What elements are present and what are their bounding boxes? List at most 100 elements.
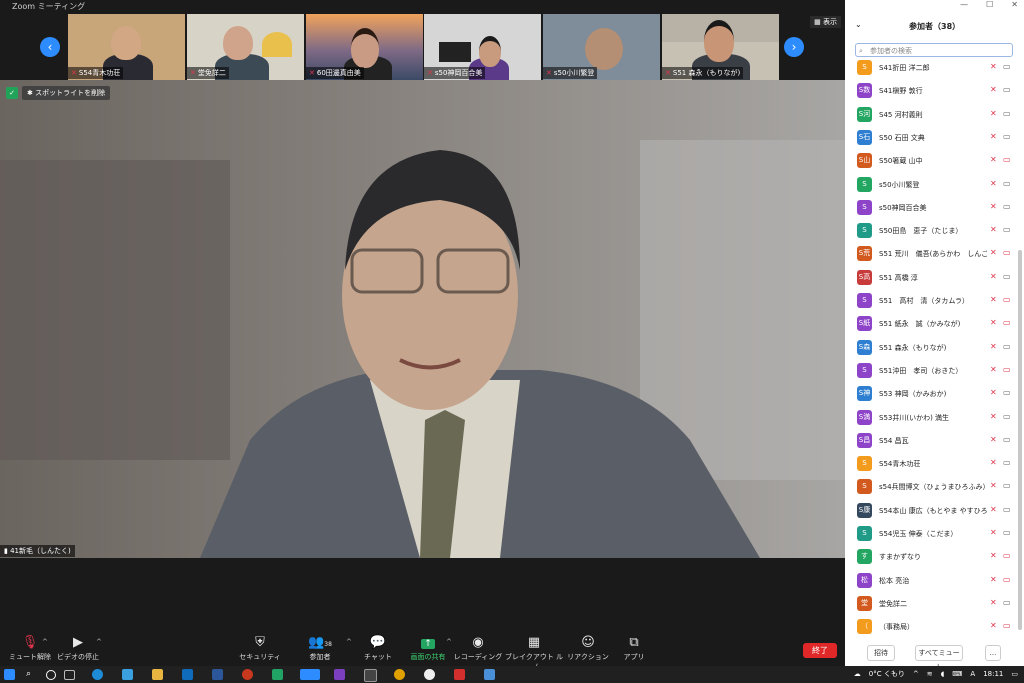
word-icon[interactable] [212,669,223,680]
participant-search-input[interactable]: ⌕ 参加者の検索 [855,43,1013,57]
video-off-icon[interactable]: ▭ [1003,248,1011,257]
video-off-icon[interactable]: ▭ [1003,551,1011,560]
folder-icon[interactable] [152,669,163,680]
ime-indicator[interactable]: A [970,666,975,683]
participant-row[interactable]: S数 S41槇野 敦行 ✕ ▭ [845,80,1024,103]
mic-muted-icon[interactable]: ✕ [990,505,997,514]
mic-muted-icon[interactable]: ✕ [990,528,997,537]
participant-row[interactable]: S昌 S54 昌瓦 ✕ ▭ [845,430,1024,453]
video-tile[interactable]: ✕ S51 森永（もりなが) [662,14,779,80]
participant-row[interactable]: Ss50小川繁登 ✕ ▭ [845,174,1024,197]
video-icon[interactable]: ▭ [1003,85,1011,94]
video-icon[interactable]: ▭ [1003,109,1011,118]
invite-button[interactable]: 招待 [867,645,895,661]
mic-muted-icon[interactable]: ✕ [990,481,997,490]
mic-muted-icon[interactable]: ✕ [990,225,997,234]
video-off-icon[interactable]: ▭ [1003,295,1011,304]
mic-muted-icon[interactable]: ✕ [990,248,997,257]
video-icon[interactable]: ▭ [1003,481,1011,490]
participant-row[interactable]: S河 S45 河村義則 ✕ ▭ [845,104,1024,127]
video-icon[interactable]: ▭ [1003,62,1011,71]
participant-row[interactable]: S満 S53井川(いかわ) 満生 ✕ ▭ [845,407,1024,430]
mic-muted-icon[interactable]: ✕ [990,551,997,560]
mic-muted-icon[interactable]: ✕ [990,621,997,630]
participant-row[interactable]: S S41折田 洋二郎 ✕ ▭ [845,57,1024,80]
video-icon[interactable]: ▭ [1003,202,1011,211]
participant-row[interactable]: S S51 高村 清（タカムラ） ✕ ▭ [845,290,1024,313]
chrome-icon[interactable] [424,669,435,680]
mic-muted-icon[interactable]: ✕ [990,132,997,141]
video-icon[interactable]: ▭ [1003,598,1011,607]
mic-muted-icon[interactable]: ✕ [990,575,997,584]
participant-row[interactable]: S紙 S51 紙永 誠（かみなが) ✕ ▭ [845,313,1024,336]
participant-row[interactable]: S S54青木功荘 ✕ ▭ [845,453,1024,476]
mic-muted-icon[interactable]: ✕ [990,295,997,304]
app-icon[interactable] [242,669,253,680]
mic-muted-icon[interactable]: ✕ [990,598,997,607]
participant-row[interactable]: S神 S53 神岡（かみおか) ✕ ▭ [845,383,1024,406]
view-button[interactable]: ▦ 表示 [810,16,841,28]
app-icon[interactable] [484,669,495,680]
clock[interactable]: 18:11 [983,666,1003,683]
participant-row[interactable]: S康 S54本山 康広（もとやま やすひろ） ✕ ▭ [845,500,1024,523]
video-icon[interactable]: ▭ [1003,342,1011,351]
video-icon[interactable]: ▭ [1003,458,1011,467]
record-button[interactable]: ◉ レコーディング [448,636,508,662]
strip-next-button[interactable]: › [784,37,804,57]
participant-row[interactable]: S S51沖田 孝司（おきた） ✕ ▭ [845,360,1024,383]
mic-muted-icon[interactable]: ✕ [990,458,997,467]
participant-row[interactable]: （ （事務局） ✕ ▭ [845,616,1024,636]
mic-muted-icon[interactable]: ✕ [990,272,997,281]
stop-video-button[interactable]: ▶ ビデオの停止 ^ [48,636,108,662]
security-button[interactable]: ⛨ セキュリティ [230,636,290,662]
video-icon[interactable]: ▭ [1003,528,1011,537]
video-icon[interactable]: ▭ [1003,388,1011,397]
scrollbar[interactable] [1018,250,1022,630]
video-icon[interactable]: ▭ [1003,412,1011,421]
close-icon[interactable]: ✕ [1011,0,1018,9]
mic-muted-icon[interactable]: ✕ [990,85,997,94]
participant-row[interactable]: Ss50神岡百合美 ✕ ▭ [845,197,1024,220]
participant-row[interactable]: S S50田島 恵子（たじま） ✕ ▭ [845,220,1024,243]
app-icon[interactable] [364,669,377,682]
app-icon[interactable] [394,669,405,680]
search-icon[interactable]: ⌕ [26,669,37,680]
onenote-icon[interactable] [334,669,345,680]
video-tile[interactable]: ✕ 堂免詳二 [187,14,304,80]
video-off-icon[interactable]: ▭ [1003,621,1011,630]
participant-row[interactable]: 松松本 亮治 ✕ ▭ [845,570,1024,593]
mic-muted-icon[interactable]: ✕ [990,109,997,118]
maximize-icon[interactable]: ☐ [986,0,993,9]
participant-row[interactable]: Ss54兵間博文（ひょうまひろふみ） ✕ ▭ [845,476,1024,499]
strip-prev-button[interactable]: ‹ [40,37,60,57]
keyboard-icon[interactable]: ⌨ [952,666,962,683]
mic-muted-icon[interactable]: ✕ [990,365,997,374]
video-tile[interactable]: ✕ 60田邊真由美 [306,14,423,80]
participants-button[interactable]: 👥38 参加者 ^ [290,636,352,662]
notification-icon[interactable]: ▭ [1011,666,1018,683]
video-icon[interactable]: ▭ [1003,179,1011,188]
participant-row[interactable]: S高 S51 高橋 淳 ✕ ▭ [845,267,1024,290]
task-view-icon[interactable] [64,670,75,680]
video-icon[interactable]: ▭ [1003,435,1011,444]
mic-muted-icon[interactable]: ✕ [990,179,997,188]
mute-all-button[interactable]: すべてミュート [915,645,963,671]
weather-label[interactable]: 0°C くもり [869,666,905,683]
more-button[interactable]: ... [985,645,1001,661]
mic-muted-icon[interactable]: ✕ [990,435,997,444]
participant-row[interactable]: 堂堂免詳二 ✕ ▭ [845,593,1024,616]
video-off-icon[interactable]: ▭ [1003,155,1011,164]
participant-row[interactable]: S森 S51 森永（もりなが) ✕ ▭ [845,337,1024,360]
video-icon[interactable]: ▭ [1003,132,1011,141]
participant-row[interactable]: S荒 S51 荒川 儀吾(あらかわ しんご) ✕ ▭ [845,243,1024,266]
windows-start-icon[interactable] [4,669,15,680]
zoom-taskbar-icon[interactable] [300,669,320,680]
excel-icon[interactable] [272,669,283,680]
wifi-icon[interactable]: ≋ [927,666,933,683]
outlook-icon[interactable] [182,669,193,680]
video-tile[interactable]: ✕ s50神岡百合美 [424,14,541,80]
minimize-icon[interactable]: — [960,0,968,9]
participant-row[interactable]: S山 S50箸蔵 山中 ✕ ▭ [845,150,1024,173]
cortana-icon[interactable] [46,670,56,680]
video-tile[interactable]: ✕ s50小川繁登 [543,14,660,80]
